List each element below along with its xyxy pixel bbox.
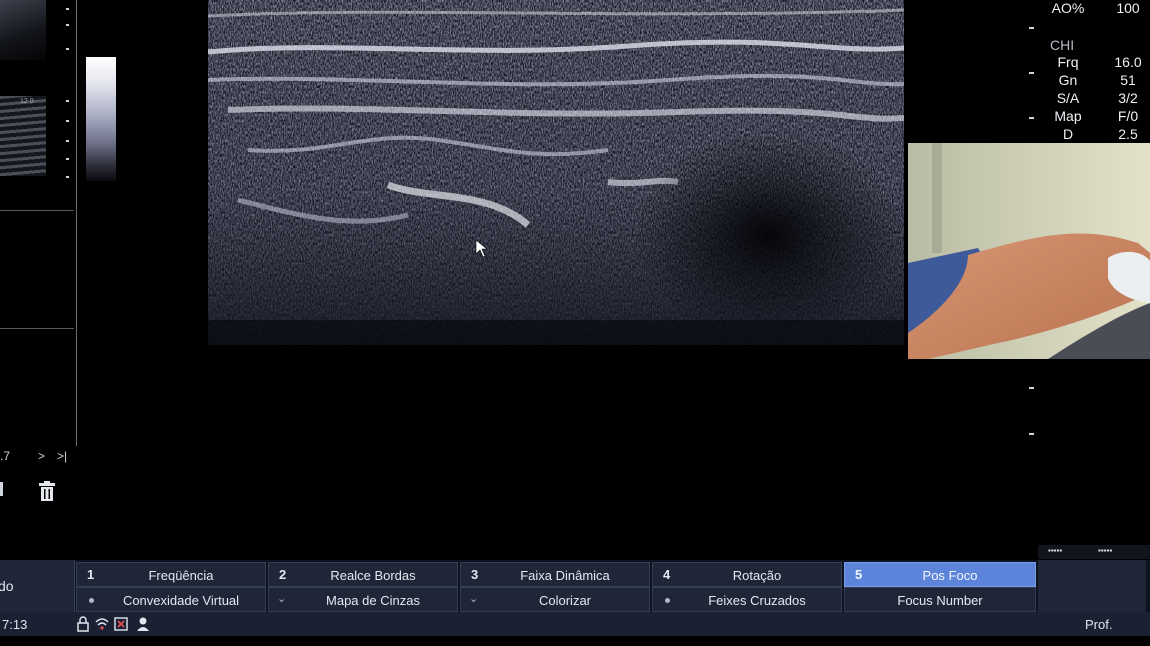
divider xyxy=(0,210,74,211)
softkey-number: 3 xyxy=(471,567,479,582)
toggle-dot-icon xyxy=(89,598,94,603)
softkey-number: 2 xyxy=(279,567,287,582)
softkey-label: Convexidade Virtual xyxy=(122,593,240,608)
divider xyxy=(0,328,74,329)
next-page-button[interactable]: > xyxy=(38,449,45,463)
date-mark: ▪▪▪▪▪ xyxy=(1048,546,1063,555)
depth-tick xyxy=(1029,27,1034,29)
param-label: Gn xyxy=(1058,72,1078,88)
softkey-number: 5 xyxy=(855,567,863,582)
param-label: S/A xyxy=(1056,90,1080,106)
softkey-label: Rotação xyxy=(732,568,782,583)
user-icon[interactable] xyxy=(136,616,150,632)
param-value: 2.5 xyxy=(1118,126,1138,142)
profile-label[interactable]: Prof. xyxy=(1085,617,1112,632)
param-value: F/0 xyxy=(1117,108,1139,124)
depth-tick xyxy=(1029,387,1034,389)
record-icon[interactable] xyxy=(114,616,128,632)
toggle-dot-icon xyxy=(665,598,670,603)
status-bar: 7:13 Prof. xyxy=(0,612,1150,636)
softkey-frequency[interactable]: 1 Freqüência xyxy=(76,562,266,587)
softkey-label: Colorizar xyxy=(538,593,591,608)
scale-tick xyxy=(66,8,69,10)
chevron-down-icon: ⌄ xyxy=(469,593,479,605)
softkey-label: Freqüência xyxy=(148,568,214,583)
softkey-edge-enhance[interactable]: 2 Realce Bordas xyxy=(268,562,458,587)
scale-tick xyxy=(66,48,69,50)
scale-tick xyxy=(66,158,69,160)
param-row: S/A 3/2 xyxy=(1040,90,1150,108)
scale-tick xyxy=(66,100,69,102)
thumbnail-image-1[interactable] xyxy=(0,0,46,60)
probe-camera-view xyxy=(908,143,1150,359)
control-bar-spacer xyxy=(1038,560,1146,612)
network-icon[interactable] xyxy=(95,616,109,632)
time-mark: ▪▪▪▪▪ xyxy=(1098,546,1113,555)
date-time-strip: ▪▪▪▪▪ ▪▪▪▪▪ xyxy=(1038,545,1150,559)
mode-label: do xyxy=(0,578,14,594)
depth-tick xyxy=(1029,72,1034,74)
scale-tick xyxy=(66,24,69,26)
chi-label: CHI xyxy=(1050,37,1075,53)
screen-bottom-edge xyxy=(0,636,1150,646)
param-value: 51 xyxy=(1120,72,1136,88)
mode-button[interactable]: do xyxy=(0,560,75,612)
scale-tick xyxy=(66,120,69,122)
ultrasound-image[interactable] xyxy=(208,0,904,345)
softkey-label: Faixa Dinâmica xyxy=(520,568,610,583)
delete-icon[interactable] xyxy=(38,480,56,502)
param-value: 3/2 xyxy=(1118,90,1138,106)
softkey-label: Realce Bordas xyxy=(330,568,416,583)
thumbnail-panel: 12 0 xyxy=(0,0,77,446)
thumbnail-pager: .7 > >| xyxy=(0,449,76,465)
param-row: Map F/0 xyxy=(1040,108,1150,126)
softkey-dynamic-range[interactable]: 3 Faixa Dinâmica xyxy=(460,562,650,587)
softkey-colorize[interactable]: ⌄ Colorizar xyxy=(460,587,650,612)
softkey-label: Feixes Cruzados xyxy=(708,593,806,608)
softkey-number: 1 xyxy=(87,567,95,582)
grayscale-map-bar xyxy=(86,57,116,181)
softkey-number: 4 xyxy=(663,567,671,582)
last-page-button[interactable]: >| xyxy=(57,449,67,463)
softkey-focus-position[interactable]: 5 Pos Foco xyxy=(844,562,1036,587)
param-value: 16.0 xyxy=(1114,54,1142,70)
scale-tick xyxy=(66,140,69,142)
param-row: Gn 51 xyxy=(1040,72,1150,90)
depth-tick xyxy=(1029,433,1034,435)
param-label: AO% xyxy=(1051,0,1085,16)
param-label: Frq xyxy=(1057,54,1079,70)
param-value: 100 xyxy=(1116,0,1140,16)
clock: 7:13 xyxy=(2,617,28,632)
param-row: AO% 100 xyxy=(1040,0,1150,18)
softkey-label: Focus Number xyxy=(897,593,983,608)
pager-value: .7 xyxy=(0,449,11,463)
depth-tick xyxy=(1029,117,1034,119)
param-row: D 2.5 xyxy=(1040,126,1150,144)
softkey-virtual-convex[interactable]: Convexidade Virtual xyxy=(76,587,266,612)
softkey-label: Pos Foco xyxy=(922,568,978,583)
softkey-label: Mapa de Cinzas xyxy=(326,593,420,608)
param-label: D xyxy=(1062,126,1074,142)
save-icon[interactable] xyxy=(0,482,3,496)
chevron-down-icon: ⌄ xyxy=(277,593,287,605)
thumbnail-marker: 12 0 xyxy=(20,98,34,105)
softkey-focus-number[interactable]: Focus Number xyxy=(844,587,1036,612)
thumbnail-image-2[interactable]: 12 0 xyxy=(0,96,46,176)
param-label: Map xyxy=(1054,108,1082,124)
lock-icon[interactable] xyxy=(76,616,90,632)
softkey-crossed-beams[interactable]: Feixes Cruzados xyxy=(652,587,842,612)
softkey-gray-map[interactable]: ⌄ Mapa de Cinzas xyxy=(268,587,458,612)
imaging-parameters: AO% 100 CHI Frq 16.0 Gn 51 S/A 3/2 Map F… xyxy=(1040,0,1150,145)
scale-tick xyxy=(66,176,69,178)
softkey-rotation[interactable]: 4 Rotação xyxy=(652,562,842,587)
param-row: Frq 16.0 xyxy=(1040,54,1150,72)
